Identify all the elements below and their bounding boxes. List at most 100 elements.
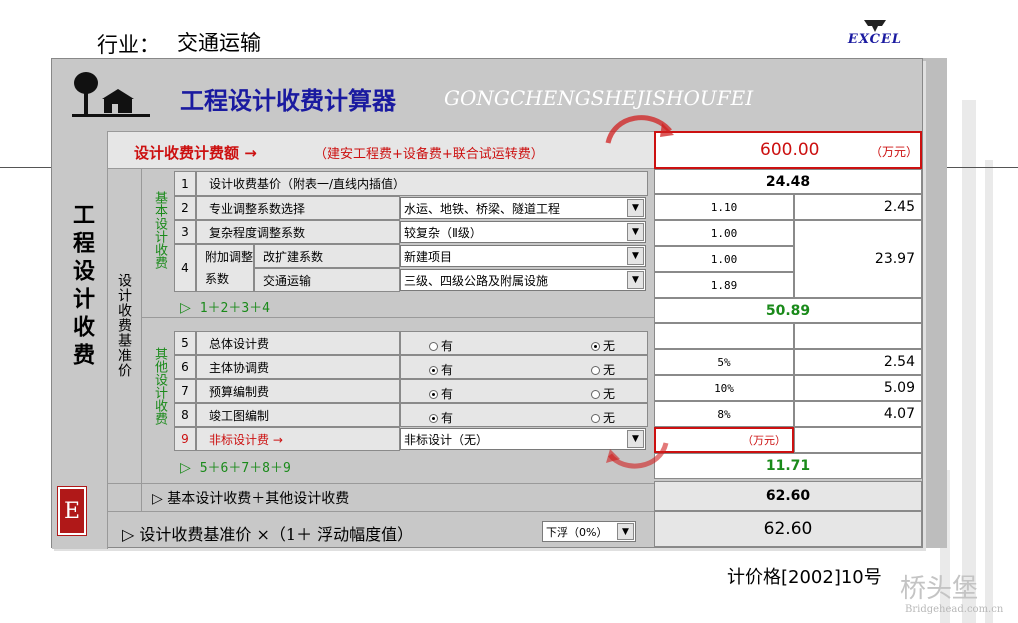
float-select[interactable]: 下浮（0%） ▼ [542,521,636,542]
chevron-down-icon[interactable]: ▼ [617,523,634,540]
benchmark-column: 设计收费基准价 [108,169,142,511]
select-value: 下浮（0%） [546,525,608,539]
radio-no-label: 无 [603,339,616,353]
play-icon: ▷ [180,460,191,476]
discipline-select[interactable]: 水运、地铁、桥梁、隧道工程 ▼ [400,197,646,219]
final-label: ▷ 设计收费基准价 ×（1＋ 浮动幅度值） [122,521,413,545]
other-sum-value: 11.71 [654,453,922,479]
title-bar: 工程设计收费计算器 GONGCHENGSHEJISHOUFEI [52,59,922,131]
radio-icon[interactable] [429,390,438,399]
sub-label: 交通运输 [254,268,400,292]
sub-label: 改扩建系数 [254,244,400,268]
play-icon: ▷ [180,300,191,316]
chevron-down-icon[interactable]: ▼ [627,199,644,217]
row-no: 5 [174,331,196,355]
coef-value: 1.89 [654,272,794,298]
chevron-down-icon[interactable]: ▼ [627,247,644,265]
radio-no-label: 无 [603,363,616,377]
play-icon: ▷ [122,525,135,544]
radio-group: 有 无 [400,379,648,403]
row-divider [108,511,654,512]
industry-value: 交通运输 [177,31,261,55]
radio-icon[interactable] [591,414,600,423]
other-sum-label: ▷ 5＋6＋7＋8＋9 [180,457,291,476]
row-label-text: 附加调整系数 [205,250,254,286]
coef-value: 1.00 [654,220,794,246]
side-column: 工程设计收费 E [52,131,108,549]
arrow-curve-icon [606,442,669,469]
select-value: 三级、四级公路及附属设施 [404,273,549,288]
nonstandard-unit: （万元） [742,434,786,447]
fee-value: 2.45 [794,194,922,220]
basic-group: 基本设计收费 [142,169,174,317]
radio-yes-label: 有 [441,411,454,425]
combined-value: 62.60 [654,481,922,511]
app-title-pinyin: GONGCHENGSHEJISHOUFEI [444,86,754,110]
radio-icon[interactable] [429,342,438,351]
radio-icon[interactable] [591,390,600,399]
row-label: 设计收费基价（附表一/直线内插值） [196,171,648,196]
total-formula: （建安工程费+设备费+联合试运转费） [314,147,544,162]
radio-icon[interactable] [429,414,438,423]
radio-icon[interactable] [429,366,438,375]
complexity-select[interactable]: 较复杂（Ⅱ级） ▼ [400,221,646,243]
logo-text: EXCEL [847,32,903,47]
arrow-curve-icon [605,115,674,144]
select-value: 非标设计（无） [404,432,489,447]
fee-value: 2.54 [794,349,922,375]
row-no: 6 [174,355,196,379]
row-label: 竣工图编制 [196,403,400,427]
nonstandard-input[interactable]: （万元） [654,427,794,453]
total-unit: （万元） [870,145,919,159]
radio-no[interactable]: 无 [591,337,615,354]
radio-yes[interactable]: 有 [429,385,453,402]
reference-text: 计价格[2002]10号 [727,567,882,588]
radio-icon[interactable] [591,366,600,375]
radio-icon[interactable] [591,342,600,351]
bamboo-decor [985,160,993,623]
row-no: 4 [174,244,196,292]
radio-no-label: 无 [603,387,616,401]
base-value: 24.48 [654,169,922,194]
fee-cell [794,427,922,453]
play-icon: ▷ [152,491,163,507]
radio-group: 有 无 [400,403,648,427]
basic-sum-value: 50.89 [654,298,922,323]
pct-value: 8% [654,401,794,427]
pct-value: 10% [654,375,794,401]
radio-yes[interactable]: 有 [429,361,453,378]
final-value: 62.60 [654,511,922,547]
renovation-select[interactable]: 新建项目 ▼ [400,245,646,267]
select-value: 水运、地铁、桥梁、隧道工程 [404,201,561,216]
house-tree-icon [72,72,150,117]
radio-no[interactable]: 无 [591,361,615,378]
select-value: 新建项目 [404,249,453,264]
row-no: 2 [174,196,196,220]
combined-text: 基本设计收费＋其他设计收费 [167,491,350,507]
total-label: 设计收费计费额 → [134,144,257,162]
transport-select[interactable]: 三级、四级公路及附属设施 ▼ [400,269,646,291]
total-value-box[interactable]: 600.00 （万元） [654,131,922,169]
radio-group: 有 无 [400,355,648,379]
chevron-down-icon[interactable]: ▼ [627,223,644,241]
radio-no[interactable]: 无 [591,385,615,402]
select-value: 较复杂（Ⅱ级） [404,225,482,240]
coef-value: 1.00 [654,246,794,272]
chevron-down-icon[interactable]: ▼ [627,271,644,289]
radio-yes[interactable]: 有 [429,337,453,354]
combined-label: ▷ 基本设计收费＋其他设计收费 [152,488,349,508]
radio-yes-label: 有 [441,363,454,377]
side-title: 工程设计收费 [69,203,95,371]
row-label: 主体协调费 [196,355,400,379]
watermark: 桥头堡 [900,574,979,604]
row-no: 8 [174,403,196,427]
radio-yes[interactable]: 有 [429,409,453,426]
basic-group-label: 基本设计收费 [152,191,167,269]
total-value[interactable]: 600.00 [760,140,819,160]
radio-no[interactable]: 无 [591,409,615,426]
row-label: 总体设计费 [196,331,400,355]
other-group-label: 其他设计收费 [152,347,167,425]
row-label: 预算编制费 [196,379,400,403]
app-title: 工程设计收费计算器 [180,86,396,115]
final-text: 设计收费基准价 ×（1＋ 浮动幅度值） [139,525,414,544]
